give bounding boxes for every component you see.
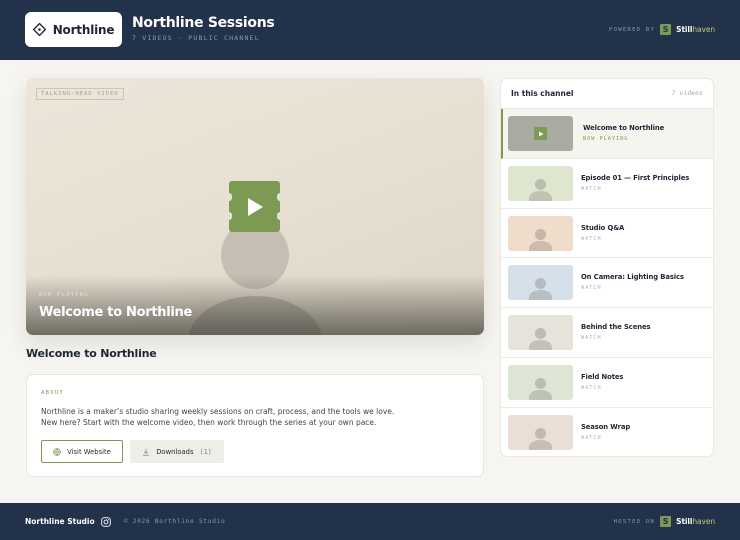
stillhaven-logo-icon: S <box>660 24 672 35</box>
playlist-item-status: NOW PLAYING <box>583 136 629 142</box>
play-button[interactable] <box>226 181 283 232</box>
diamond-icon <box>32 23 46 36</box>
now-playing-label: NOW PLAYING <box>39 292 89 298</box>
hosted-label: HOSTED ON <box>613 518 656 525</box>
channel-sidebar: In this channel 7 videos Welcome to Nort… <box>500 78 714 457</box>
footer-copyright: © 2026 Northline Studio <box>124 518 226 525</box>
footer-brand: Northline Studio <box>25 517 95 526</box>
powered-label: POWERED BY <box>609 26 656 33</box>
play-icon <box>247 197 263 216</box>
playlist-item-status: WATCH <box>581 335 602 342</box>
about-label: ABOUT <box>41 390 65 396</box>
playlist-item-title: On Camera: Lighting Basics <box>581 273 684 282</box>
downloads-count: (1) <box>199 447 212 456</box>
visit-website-label: Visit Website <box>67 447 111 456</box>
powered-by[interactable]: POWERED BY S Stillhaven <box>609 24 715 35</box>
video-title: Welcome to Northline <box>26 347 157 360</box>
play-icon <box>534 127 547 140</box>
stillhaven-brand: Stillhaven <box>676 517 715 526</box>
downloads-label: Downloads <box>156 447 194 456</box>
hosted-on[interactable]: HOSTED ON S Stillhaven <box>614 516 715 527</box>
playlist-item[interactable]: On Camera: Lighting Basics WATCH <box>501 258 713 309</box>
playlist-item[interactable]: Season Wrap WATCH <box>501 408 713 456</box>
sidebar-title: In this channel <box>511 89 574 98</box>
channel-logo[interactable]: Northline <box>25 12 122 47</box>
video-thumbnail <box>508 414 573 450</box>
brand-accent: haven <box>692 25 715 34</box>
playlist-item[interactable]: Field Notes WATCH <box>501 358 713 408</box>
logo-text: Northline <box>52 22 115 37</box>
sidebar-video-count: 7 videos <box>671 90 703 97</box>
playlist-item[interactable]: Studio Q&A WATCH <box>501 209 713 259</box>
playlist-item[interactable]: Behind the Scenes WATCH <box>501 308 713 358</box>
playlist-item-status: WATCH <box>581 285 602 292</box>
playlist-item-title: Studio Q&A <box>581 223 625 232</box>
playlist-item-status: WATCH <box>581 434 602 441</box>
stillhaven-logo-icon: S <box>660 516 672 527</box>
playlist-item-title: Welcome to Northline <box>583 124 665 132</box>
stillhaven-brand: Stillhaven <box>676 25 715 34</box>
video-thumbnail <box>508 215 573 251</box>
globe-icon <box>53 447 61 456</box>
visit-website-button[interactable]: Visit Website <box>41 440 123 463</box>
brand-main: Still <box>676 25 693 34</box>
site-header: Northline Northline Sessions 7 VIDEOS · … <box>0 0 740 60</box>
sidebar-header: In this channel 7 videos <box>501 79 713 109</box>
about-card: ABOUT Northline is a maker’s studio shar… <box>26 374 484 477</box>
channel-title: Northline Sessions <box>132 15 275 31</box>
playlist-item-status: WATCH <box>581 235 602 242</box>
playlist-item-status: WATCH <box>581 384 602 391</box>
video-player[interactable]: TALKING-HEAD VIDEO NOW PLAYING Welcome t… <box>26 78 484 335</box>
playlist-item[interactable]: Episode 01 — First Principles WATCH <box>501 159 713 209</box>
about-text-line-1: Northline is a maker’s studio sharing we… <box>41 407 395 416</box>
download-icon <box>143 448 150 456</box>
brand-accent: haven <box>692 517 715 526</box>
site-footer: Northline Studio © 2026 Northline Studio… <box>0 503 740 540</box>
player-title: Welcome to Northline <box>39 305 193 320</box>
video-thumbnail <box>508 165 573 201</box>
playlist-item-status: WATCH <box>581 185 602 192</box>
about-text: Northline is a maker’s studio sharing we… <box>41 406 461 428</box>
video-thumbnail <box>508 265 573 301</box>
playlist-item-title: Field Notes <box>581 372 624 381</box>
brand-main: Still <box>676 517 693 526</box>
video-type-tag: TALKING-HEAD VIDEO <box>36 88 124 100</box>
playlist-item-title: Season Wrap <box>581 422 631 431</box>
downloads-button[interactable]: Downloads (1) <box>130 440 224 463</box>
playlist-item-title: Episode 01 — First Principles <box>581 173 690 182</box>
playlist-item[interactable]: Welcome to Northline NOW PLAYING <box>501 109 713 159</box>
playlist-item-title: Behind the Scenes <box>581 323 651 332</box>
instagram-icon[interactable] <box>101 517 111 527</box>
about-text-line-2: New here? Start with the welcome video, … <box>41 418 377 427</box>
video-thumbnail <box>508 116 573 151</box>
channel-meta: 7 VIDEOS · PUBLIC CHANNEL <box>132 34 260 42</box>
video-thumbnail <box>508 364 573 400</box>
video-thumbnail <box>508 315 573 351</box>
